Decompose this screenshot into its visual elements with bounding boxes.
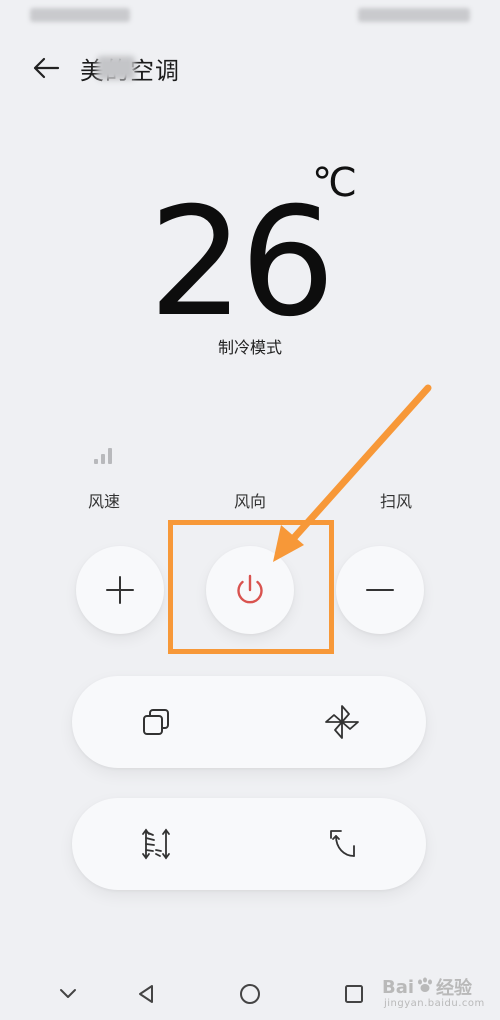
fan-speed-label: 风速 bbox=[87, 492, 120, 511]
nav-back-button[interactable] bbox=[128, 980, 164, 1008]
watermark: Bai 经验 jingyan.baidu.com bbox=[382, 974, 494, 1016]
wind-direction-label: 风向 bbox=[233, 492, 266, 511]
chevron-down-icon bbox=[60, 989, 76, 998]
power-icon bbox=[237, 574, 263, 604]
status-bar-right bbox=[358, 8, 470, 22]
minus-icon bbox=[366, 589, 394, 591]
increase-button[interactable] bbox=[76, 546, 164, 634]
power-button[interactable] bbox=[206, 546, 294, 634]
watermark-sub: jingyan.baidu.com bbox=[384, 998, 485, 1009]
square-recent-icon bbox=[345, 985, 363, 1003]
sweep-label: 扫风 bbox=[379, 492, 412, 511]
control-pill-2 bbox=[72, 798, 426, 890]
decrease-button[interactable] bbox=[336, 546, 424, 634]
title-wrap: 美的空调 bbox=[80, 52, 180, 85]
watermark-main: Bai 经验 bbox=[382, 974, 472, 1000]
temperature-unit: ℃ bbox=[312, 160, 357, 206]
header: 美的空调 bbox=[0, 44, 500, 92]
fan-icon bbox=[325, 705, 359, 739]
windows-button[interactable] bbox=[136, 702, 176, 742]
circle-home-icon bbox=[240, 984, 260, 1004]
watermark-right-text: 经验 bbox=[436, 978, 473, 999]
corner-swing-button[interactable] bbox=[322, 824, 362, 864]
corner-swing-icon bbox=[330, 830, 355, 857]
control-pill-1 bbox=[72, 676, 426, 768]
plus-icon bbox=[106, 576, 134, 604]
temperature-value: 26 bbox=[148, 176, 336, 350]
watermark-left-text: Bai bbox=[382, 976, 415, 998]
paw-icon bbox=[416, 976, 434, 999]
ac-remote-screen: 美的空调 26 ℃ 制冷模式 风速 风向 扫风 bbox=[0, 0, 500, 1020]
status-bar-left bbox=[30, 8, 130, 22]
overlapping-squares-icon bbox=[143, 709, 169, 735]
vertical-sweep-button[interactable] bbox=[136, 824, 176, 864]
triangle-back-icon bbox=[139, 985, 153, 1003]
mode-label: 制冷模式 bbox=[217, 338, 282, 357]
back-arrow-icon bbox=[33, 57, 60, 79]
fan-button[interactable] bbox=[322, 702, 362, 742]
nav-recent-button[interactable] bbox=[336, 980, 372, 1008]
nav-home-button[interactable] bbox=[232, 980, 268, 1008]
back-button[interactable] bbox=[26, 52, 66, 84]
nav-down-button[interactable] bbox=[50, 980, 86, 1008]
signal-bars-icon bbox=[94, 446, 116, 464]
vertical-sweep-icon bbox=[142, 828, 170, 860]
title-redaction bbox=[97, 56, 135, 80]
